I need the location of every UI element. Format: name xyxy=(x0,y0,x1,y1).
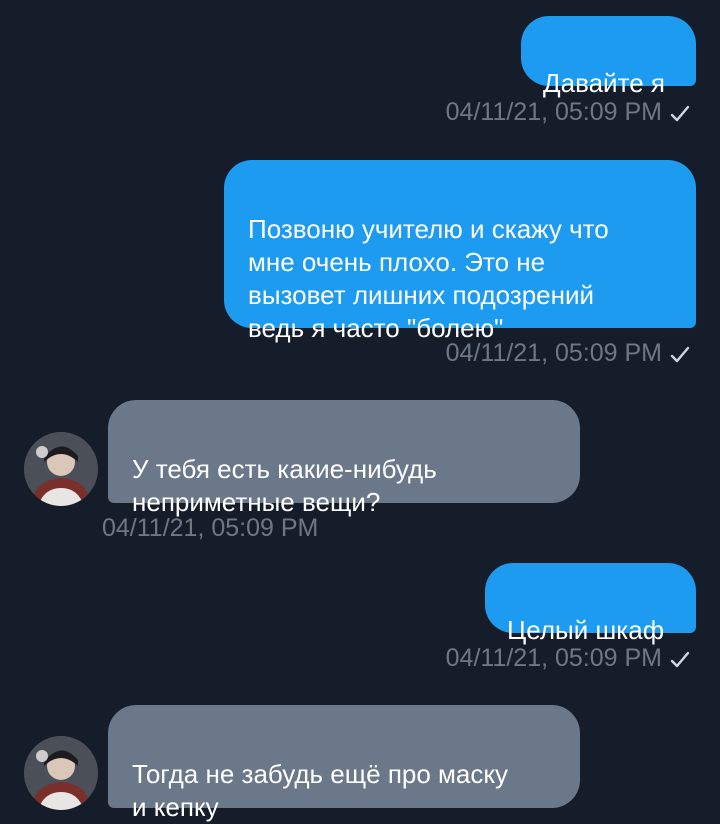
message-timestamp: 04/11/21, 05:09 PM xyxy=(446,97,690,130)
message-text: Давайте я xyxy=(543,68,665,98)
timestamp-text: 04/11/21, 05:09 PM xyxy=(445,339,662,367)
check-icon xyxy=(670,646,690,676)
message-text: Позвоню учителю и скажу что мне очень пл… xyxy=(248,214,609,343)
timestamp-text: 04/11/21, 05:09 PM xyxy=(445,98,662,126)
message-bubble-incoming[interactable]: Тогда не забудь ещё про маску и кепку xyxy=(108,705,580,822)
message-bubble-outgoing[interactable]: Давайте я xyxy=(521,16,696,98)
avatar[interactable] xyxy=(24,432,98,506)
check-icon xyxy=(670,100,690,130)
message-timestamp: 04/11/21, 05:09 PM xyxy=(102,513,318,543)
avatar[interactable] xyxy=(24,736,98,810)
message-bubble-outgoing[interactable]: Позвоню учителю и скажу что мне очень пл… xyxy=(224,160,696,343)
message-bubble-outgoing[interactable]: Целый шкаф xyxy=(485,563,696,645)
message-text: Тогда не забудь ещё про маску и кепку xyxy=(132,759,509,822)
message-timestamp: 04/11/21, 05:09 PM xyxy=(446,643,690,676)
message-text: Целый шкаф xyxy=(507,615,665,645)
message-bubble-incoming[interactable]: У тебя есть какие-нибудь неприметные вещ… xyxy=(108,400,580,517)
message-timestamp: 04/11/21, 05:09 PM xyxy=(446,338,690,371)
timestamp-text: 04/11/21, 05:09 PM xyxy=(102,514,319,542)
timestamp-text: 04/11/21, 05:09 PM xyxy=(445,644,662,672)
message-text: У тебя есть какие-нибудь неприметные вещ… xyxy=(132,454,437,517)
check-icon xyxy=(670,341,690,371)
